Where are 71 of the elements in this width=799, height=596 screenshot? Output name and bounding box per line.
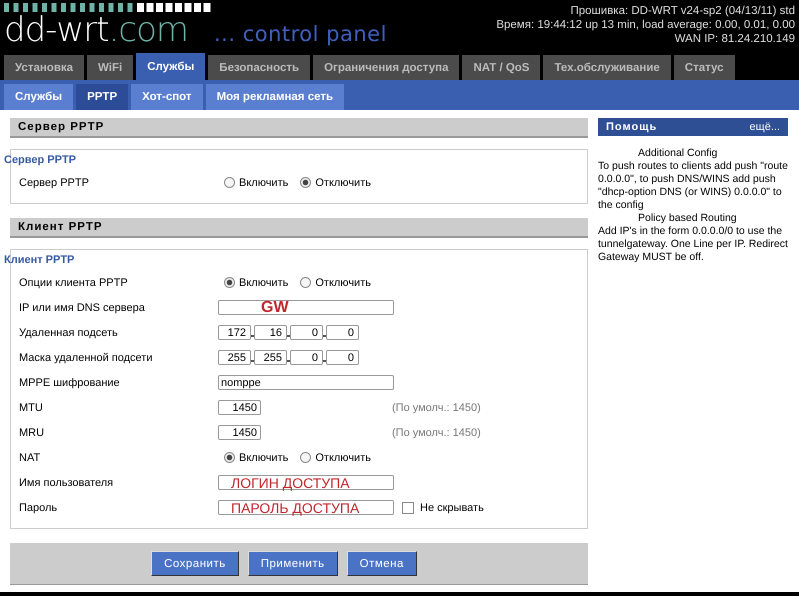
radio-label: Отключить [315, 276, 371, 288]
sub-tab[interactable]: Моя рекламная сеть [206, 84, 344, 110]
radio-button[interactable] [224, 452, 235, 463]
help-text: Add IP's in the form 0.0.0.0/0 to use the tunnelgateway. One Line per IP. Redirect Gateway MUST be off. [598, 225, 788, 264]
section-header: Сервер PPTP [10, 118, 588, 138]
input-field[interactable]: ПАРОЛЬ ДОСТУПА [218, 500, 394, 515]
help-heading: Policy based Routing [637, 212, 738, 225]
radio-button[interactable] [224, 177, 235, 188]
input-field[interactable]: GW [218, 300, 394, 315]
logo-text: dd-wrt.com [4, 12, 188, 48]
fieldset-legend: Клиент PPTP [4, 254, 74, 266]
main-tab[interactable]: Безопасность [208, 55, 310, 80]
main-tab[interactable]: WiFi [87, 55, 134, 80]
tagline: ... control panel [214, 22, 387, 46]
ip-octet-field[interactable]: 0 [290, 350, 323, 365]
field-label: IP или имя DNS сервера [18, 302, 146, 314]
checkbox[interactable] [402, 502, 414, 514]
checkbox-label: Не скрывать [420, 502, 484, 514]
radio-label: Включить [239, 452, 288, 464]
field-label: Опции клиента PPTP [18, 276, 129, 288]
sub-tab[interactable]: PPTP [76, 84, 128, 110]
field-label: Сервер PPTP [18, 176, 90, 188]
main-tab[interactable]: Установка [4, 55, 84, 80]
default-hint: (По умолч.: 1450) [392, 402, 481, 414]
main-tab[interactable]: NAT / QoS [462, 55, 540, 80]
radio-button[interactable] [300, 277, 312, 288]
form-button[interactable]: Применить [248, 551, 338, 576]
radio-label: Включить [239, 176, 288, 188]
field-label: MTU [18, 402, 44, 414]
input-field[interactable]: 1450 [218, 400, 261, 415]
field-label: Маска удаленной подсети [18, 352, 154, 364]
input-field[interactable]: nomppe [218, 375, 394, 390]
radio-button[interactable] [224, 277, 235, 288]
form-button[interactable]: Сохранить [151, 551, 239, 576]
field-label: Удаленная подсеть [18, 326, 119, 338]
radio-button[interactable] [300, 452, 312, 463]
ip-octet-field[interactable]: 255 [218, 350, 251, 365]
field-label: MRU [18, 426, 46, 438]
radio-label: Отключить [315, 176, 371, 188]
section-header: Клиент PPTP [10, 218, 588, 238]
field-label: MPPE шифрование [18, 376, 121, 388]
main-tab[interactable]: Службы [136, 53, 206, 80]
ip-octet-field[interactable]: 0 [290, 325, 323, 340]
input-field[interactable]: ЛОГИН ДОСТУПА [218, 475, 394, 490]
ip-octet-field[interactable]: 16 [254, 325, 287, 340]
fieldset-legend: Сервер PPTP [4, 154, 76, 166]
field-label: NAT [18, 452, 42, 464]
sub-tab[interactable]: Хот-спот [131, 84, 203, 110]
input-field[interactable]: 1450 [218, 425, 261, 440]
sub-tab[interactable]: Службы [4, 84, 74, 110]
form-button[interactable]: Отмена [346, 551, 417, 576]
help-heading: Additional Config [637, 147, 718, 160]
radio-label: Отключить [315, 452, 371, 464]
firmware-info: Время: 19:44:12 up 13 min, load average: 0.00, 0.01, 0.00 [496, 18, 795, 32]
radio-button[interactable] [300, 177, 312, 188]
main-tab[interactable]: Тех.обслуживание [543, 55, 671, 80]
help-title: Помощь [606, 121, 658, 133]
ip-octet-field[interactable]: 172 [218, 325, 251, 340]
firmware-info: Прошивка: DD-WRT v24-sp2 (04/13/11) std [569, 4, 795, 18]
more-link[interactable]: ещё... [750, 121, 780, 133]
ip-octet-field[interactable]: 0 [326, 325, 359, 340]
ip-octet-field[interactable]: 255 [254, 350, 287, 365]
ip-octet-field[interactable]: 0 [326, 350, 359, 365]
main-tab[interactable]: Статус [674, 55, 735, 80]
main-tab[interactable]: Ограничения доступа [313, 55, 460, 80]
firmware-info: WAN IP: 81.24.210.149 [674, 32, 795, 46]
field-label: Пароль [18, 502, 58, 514]
radio-label: Включить [239, 276, 288, 288]
default-hint: (По умолч.: 1450) [392, 426, 481, 438]
help-text: To push routes to clients add push "route 0.0.0.0", to push DNS/WINS add push "dhcp-option DNS (or WINS) 0.0.0.0" to the config [598, 160, 788, 212]
field-label: Имя пользователя [18, 476, 114, 488]
